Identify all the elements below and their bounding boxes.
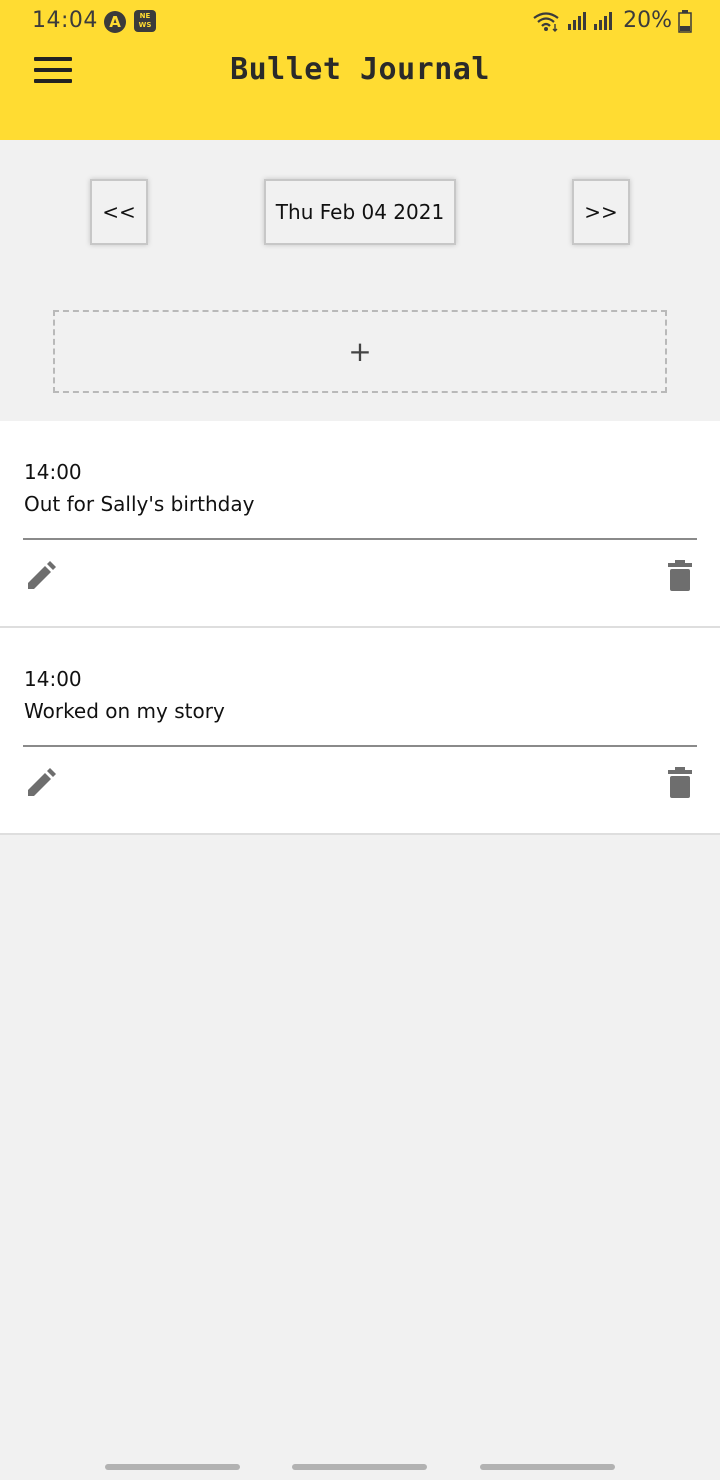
a-notification-icon: A bbox=[104, 11, 126, 33]
entry-card: 14:00 Worked on my story bbox=[0, 628, 720, 835]
news-icon-line1: NE bbox=[139, 12, 151, 20]
pencil-icon[interactable] bbox=[25, 767, 57, 799]
battery-icon bbox=[678, 9, 692, 33]
trash-icon[interactable] bbox=[667, 560, 693, 592]
news-notification-icon: NE WS bbox=[134, 10, 156, 32]
entry-divider bbox=[23, 745, 697, 747]
wifi-icon bbox=[531, 10, 561, 32]
plus-icon: + bbox=[348, 335, 372, 368]
status-time: 14:04 bbox=[32, 8, 98, 33]
news-icon-line2: WS bbox=[138, 21, 152, 29]
status-right-group: 20% bbox=[531, 8, 692, 33]
battery-percent: 20% bbox=[623, 8, 672, 33]
gesture-bar-right bbox=[480, 1464, 615, 1470]
next-day-button[interactable]: >> bbox=[572, 179, 630, 245]
entry-card: 14:00 Out for Sally's birthday bbox=[0, 421, 720, 628]
current-date-button[interactable]: Thu Feb 04 2021 bbox=[264, 179, 456, 245]
entry-text: Worked on my story bbox=[24, 699, 225, 723]
pencil-icon[interactable] bbox=[25, 560, 57, 592]
app-title: Bullet Journal bbox=[230, 52, 490, 87]
add-entry-button[interactable]: + bbox=[53, 310, 667, 393]
previous-day-button[interactable]: << bbox=[90, 179, 148, 245]
entry-divider bbox=[23, 538, 697, 540]
gesture-bar-center bbox=[292, 1464, 427, 1470]
entry-list: 14:00 Out for Sally's birthday 14:00 Wor… bbox=[0, 421, 720, 835]
trash-icon[interactable] bbox=[667, 767, 693, 799]
signal-icon-1 bbox=[567, 11, 587, 31]
entry-text: Out for Sally's birthday bbox=[24, 492, 255, 516]
status-bar: 14:04 A NE WS 20% bbox=[0, 0, 720, 46]
entry-time: 14:00 bbox=[24, 667, 82, 691]
entry-time: 14:00 bbox=[24, 460, 82, 484]
gesture-bar-left bbox=[105, 1464, 240, 1470]
app-header: 14:04 A NE WS 20% Bullet Journal bbox=[0, 0, 720, 140]
signal-icon-2 bbox=[593, 11, 613, 31]
